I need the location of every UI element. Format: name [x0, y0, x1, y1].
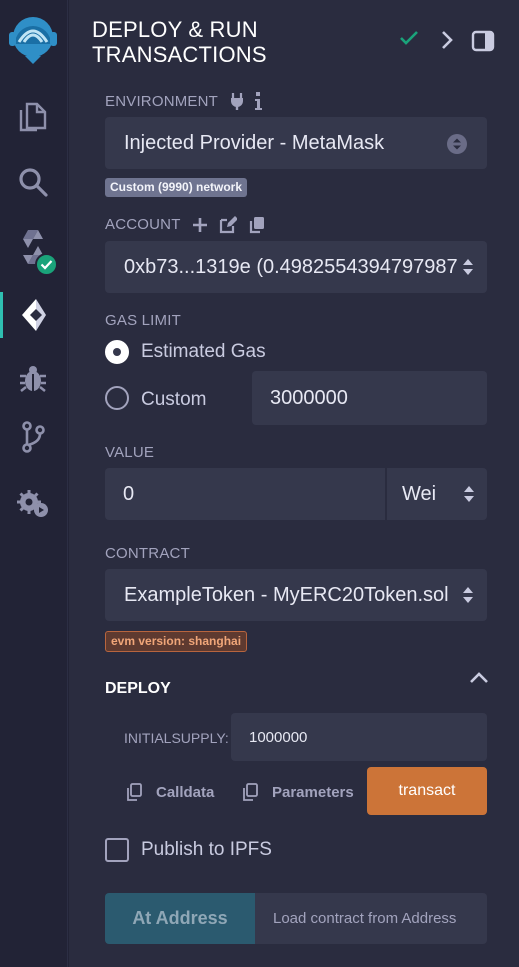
select-arrows-icon: [447, 134, 467, 154]
calldata-button[interactable]: Calldata: [156, 784, 214, 801]
custom-gas-radio[interactable]: [105, 386, 129, 410]
environment-select[interactable]: Injected Provider - MetaMask: [105, 117, 487, 169]
deploy-run-icon[interactable]: [0, 290, 66, 340]
contract-label: CONTRACT: [105, 545, 190, 562]
publish-ipfs-label: Publish to IPFS: [141, 839, 272, 860]
value-input-value: 0: [123, 482, 135, 505]
initialsupply-input-value: 1000000: [249, 728, 308, 746]
edit-icon[interactable]: [219, 216, 237, 234]
copy-icon[interactable]: [248, 216, 265, 234]
value-unit-select-value: Wei: [402, 482, 437, 505]
environment-label: ENVIRONMENT: [105, 93, 219, 110]
file-explorer-icon[interactable]: [0, 92, 66, 142]
value-label: VALUE: [105, 444, 155, 461]
initialsupply-label: INITIALSUPPLY:: [124, 730, 229, 746]
estimated-gas-radio[interactable]: [105, 340, 129, 364]
deploy-run-panel: DEPLOY & RUN TRANSACTIONS ENVIRONMENT In…: [69, 0, 519, 967]
copy-parameters-icon[interactable]: [242, 783, 258, 801]
git-icon[interactable]: [0, 412, 66, 462]
evm-version-badge: evm version: shanghai: [105, 631, 248, 652]
gas-limit-label: GAS LIMIT: [105, 312, 181, 329]
estimated-gas-label: Estimated Gas: [141, 341, 266, 362]
select-arrows-icon: [463, 259, 473, 275]
gas-limit-input-value: 3000000: [270, 386, 348, 409]
icon-rail: [0, 0, 68, 967]
value-input[interactable]: 0: [105, 468, 385, 520]
plug-icon: [231, 93, 243, 110]
info-icon[interactable]: [254, 92, 262, 110]
at-address-button[interactable]: At Address: [105, 893, 255, 944]
search-icon[interactable]: [0, 157, 66, 207]
debugger-icon[interactable]: [0, 354, 66, 404]
gas-limit-input[interactable]: 3000000: [252, 371, 487, 425]
contract-select-value: ExampleToken - MyERC20Token.sol: [124, 583, 449, 606]
account-select[interactable]: 0xb73...1319e (0.4982554394797987: [105, 241, 487, 293]
at-address-input[interactable]: Load contract from Address: [255, 893, 487, 944]
remix-logo-icon[interactable]: [0, 8, 66, 68]
network-badge: Custom (9990) network: [105, 178, 248, 197]
compiled-success-icon: [35, 253, 58, 276]
environment-select-value: Injected Provider - MetaMask: [124, 131, 385, 154]
deploy-title: DEPLOY: [105, 680, 171, 697]
account-label: ACCOUNT: [105, 216, 181, 233]
panel-title: DEPLOY & RUN TRANSACTIONS: [92, 17, 267, 67]
account-select-value: 0xb73...1319e (0.4982554394797987: [124, 255, 458, 278]
panel-title-line1: DEPLOY & RUN: [92, 17, 258, 42]
transact-button[interactable]: transact: [367, 767, 487, 815]
check-icon: [400, 31, 418, 45]
value-unit-select[interactable]: Wei: [387, 468, 487, 520]
custom-gas-label: Custom: [141, 389, 207, 410]
chevron-up-icon[interactable]: [469, 670, 489, 684]
copy-calldata-icon[interactable]: [126, 783, 142, 801]
at-address-placeholder: Load contract from Address: [273, 910, 457, 927]
plugin-manager-icon[interactable]: [0, 478, 66, 528]
publish-ipfs-checkbox[interactable]: [105, 838, 129, 862]
chevron-right-icon[interactable]: [440, 30, 454, 50]
select-arrows-icon: [464, 486, 474, 502]
select-arrows-icon: [463, 587, 473, 603]
add-account-icon[interactable]: [192, 217, 208, 233]
contract-select[interactable]: ExampleToken - MyERC20Token.sol: [105, 569, 487, 621]
panel-title-line2: TRANSACTIONS: [92, 42, 267, 67]
parameters-button[interactable]: Parameters: [272, 784, 354, 801]
initialsupply-input[interactable]: 1000000: [231, 713, 487, 761]
dock-panel-icon[interactable]: [471, 30, 495, 52]
